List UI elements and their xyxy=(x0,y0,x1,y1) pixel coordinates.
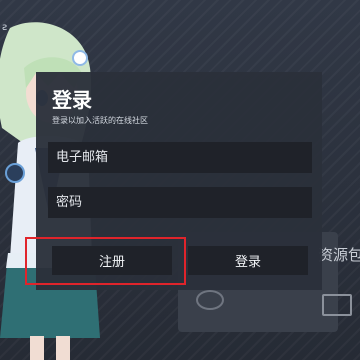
email-field[interactable] xyxy=(48,142,312,173)
register-button-label: 注册 xyxy=(98,254,125,269)
login-button[interactable]: 登录 xyxy=(188,246,308,275)
background-tile-label: 资源包 xyxy=(318,246,360,264)
password-field[interactable] xyxy=(48,187,312,218)
dialog-subtitle: 登录以加入活跃的在线社区 xyxy=(52,116,148,125)
login-button-label: 登录 xyxy=(234,254,261,269)
folder-icon xyxy=(322,294,352,316)
dialog-title: 登录 xyxy=(52,88,92,112)
login-dialog: 登录 登录以加入活跃的在线社区 注册 登录 xyxy=(36,72,322,290)
register-button[interactable]: 注册 xyxy=(52,246,172,275)
app-stage: ƨ 资源包 登录 登录以加入活跃的在线社区 注册 xyxy=(0,0,360,360)
background-decor-icon xyxy=(196,290,224,310)
